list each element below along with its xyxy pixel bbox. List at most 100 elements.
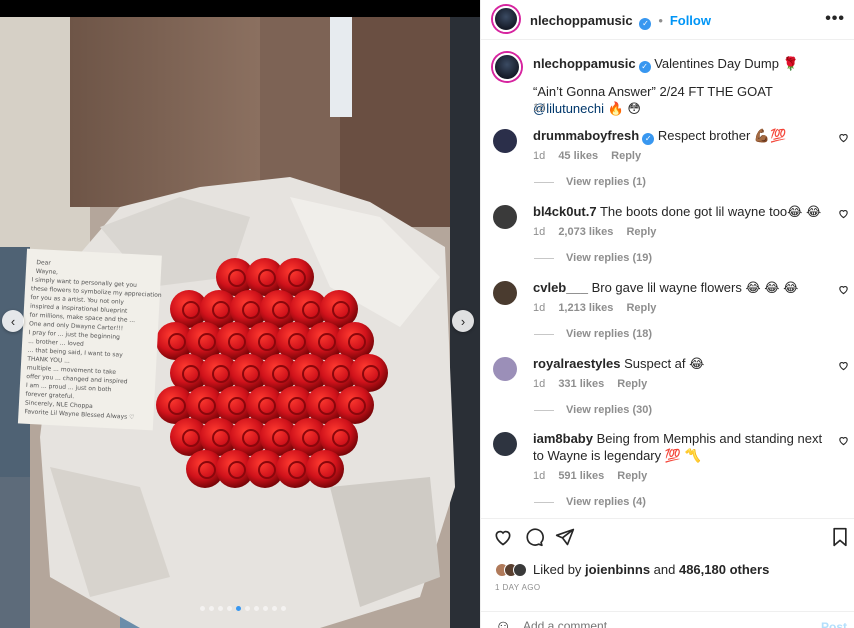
comments-list: nlechoppamusic ✓ Valentines Day Dump 🌹 “A… [481,41,854,518]
replies-divider [534,501,554,503]
like-heart-icon[interactable] [493,527,513,547]
carousel-dot[interactable] [227,606,232,611]
follow-button[interactable]: Follow [670,13,711,28]
comment-meta: 1d 591 likes Reply [533,470,647,482]
replies-divider [534,409,554,411]
carousel-prev-button[interactable]: ‹ [2,310,24,332]
comment-age: 1d [533,378,546,390]
comment-text: Bro gave lil wayne flowers 😂 😂 😂 [591,280,799,295]
comment-reply-button[interactable]: Reply [617,470,647,482]
carousel-dot[interactable] [245,606,250,611]
carousel-next-button[interactable]: › [452,310,474,332]
post-timestamp: 1 DAY AGO [495,583,541,592]
add-comment-input[interactable] [523,619,783,628]
caption-username[interactable]: nlechoppamusic [533,56,636,71]
comment-username[interactable]: drummaboyfresh [533,128,639,143]
comment-text: Respect brother 💪🏾💯 [657,128,787,143]
view-replies-button[interactable]: View replies (4) [534,496,646,508]
carousel-dot[interactable] [263,606,268,611]
verified-badge-icon: ✓ [642,133,655,145]
verified-badge-icon: ✓ [639,18,652,30]
view-replies-label: View replies (30) [566,404,653,416]
comment-username[interactable]: royalraestyles [533,356,620,371]
carousel-dot[interactable] [254,606,259,611]
post-comment-button[interactable]: Post [821,620,847,628]
roses-bouquet-photo: DearWayne,I simply want to personally ge… [0,17,480,628]
comment-bubble-icon[interactable] [524,527,544,547]
rose [306,450,344,488]
comment-like-heart-icon[interactable] [838,132,849,143]
post-media: Dear Wayne, I simply want to personally ge… [0,0,480,628]
caption-age: 1d [533,102,546,114]
view-replies-label: View replies (4) [566,496,646,508]
emoji-picker-icon[interactable]: ☺ [495,618,511,628]
liked-by-and: and [650,562,679,577]
more-options-icon[interactable]: ••• [825,10,845,28]
comment-reply-button[interactable]: Reply [626,302,656,314]
comment-reply-button[interactable]: Reply [617,378,647,390]
caption-emojis: 🔥 😳 [604,101,641,116]
carousel-dot[interactable] [200,606,205,611]
commenter-avatar[interactable] [493,129,517,153]
view-replies-button[interactable]: View replies (1) [534,176,646,188]
share-paper-plane-icon[interactable] [555,527,575,547]
caption-line-2: “Ain’t Gonna Answer” 2/24 FT THE GOAT [533,84,773,99]
carousel-dot[interactable] [218,606,223,611]
comment-like-heart-icon[interactable] [838,360,849,371]
commenter-avatar[interactable] [493,281,517,305]
media-top-bar [0,0,480,17]
comment-text: The boots done got lil wayne too😂 😂 [599,204,822,219]
comment-likes-link[interactable]: 45 likes [558,150,598,162]
liked-by-user-link[interactable]: joienbinns [585,562,650,577]
save-bookmark-icon[interactable] [831,527,849,547]
comment-like-heart-icon[interactable] [838,435,849,446]
comment-username[interactable]: iam8baby [533,431,593,446]
comment-reply-button[interactable]: Reply [626,226,656,238]
liked-by-others-link[interactable]: 486,180 others [679,562,769,577]
carousel-dot[interactable] [236,606,241,611]
comment-age: 1d [533,150,546,162]
comment-meta: 1d 331 likes Reply [533,378,647,390]
comment-username[interactable]: cvleb___ [533,280,588,295]
liker-avatar [513,562,527,577]
comment-text: Suspect af 😂 [624,356,705,371]
note-handwriting-line: Dear [36,259,51,267]
caption-avatar[interactable] [493,53,521,81]
carousel-dot[interactable] [209,606,214,611]
author-username[interactable]: nlechoppamusic [530,13,633,28]
carousel-dot[interactable] [281,606,286,611]
view-replies-button[interactable]: View replies (19) [534,252,652,264]
view-replies-label: View replies (1) [566,176,646,188]
comment-like-heart-icon[interactable] [838,284,849,295]
commenter-avatar[interactable] [493,205,517,229]
replies-divider [534,333,554,335]
liked-by-row: Liked by joienbinns and 486,180 others [495,562,769,577]
commenter-avatar[interactable] [493,357,517,381]
comment-likes-link[interactable]: 1,213 likes [558,302,613,314]
carousel-dot[interactable] [272,606,277,611]
comment-age: 1d [533,302,546,314]
comment-username[interactable]: bl4ck0ut.7 [533,204,597,219]
comment-age: 1d [533,226,546,238]
post-header: nlechoppamusic ✓ • Follow ••• [481,0,854,40]
author-avatar[interactable] [493,6,519,32]
view-replies-label: View replies (18) [566,328,653,340]
note-handwriting-line: Wayne, [36,268,59,276]
comment-meta: 1d 1,213 likes Reply [533,302,656,314]
comment-like-heart-icon[interactable] [838,208,849,219]
post-actions: Liked by joienbinns and 486,180 others 1… [481,518,854,628]
view-replies-button[interactable]: View replies (30) [534,404,652,416]
post-side-panel: nlechoppamusic ✓ • Follow ••• nlechoppam… [480,0,854,628]
comment-likes-link[interactable]: 591 likes [558,470,604,482]
verified-badge-icon: ✓ [638,61,651,73]
comment-reply-button[interactable]: Reply [611,150,641,162]
commenter-avatar[interactable] [493,432,517,456]
add-comment-bar: ☺ Post [481,611,854,628]
view-replies-button[interactable]: View replies (18) [534,328,652,340]
view-replies-label: View replies (19) [566,252,653,264]
comment-likes-link[interactable]: 331 likes [558,378,604,390]
comment-likes-link[interactable]: 2,073 likes [558,226,613,238]
comment-age: 1d [533,470,546,482]
replies-divider [534,181,554,183]
comment-meta: 1d 2,073 likes Reply [533,226,656,238]
